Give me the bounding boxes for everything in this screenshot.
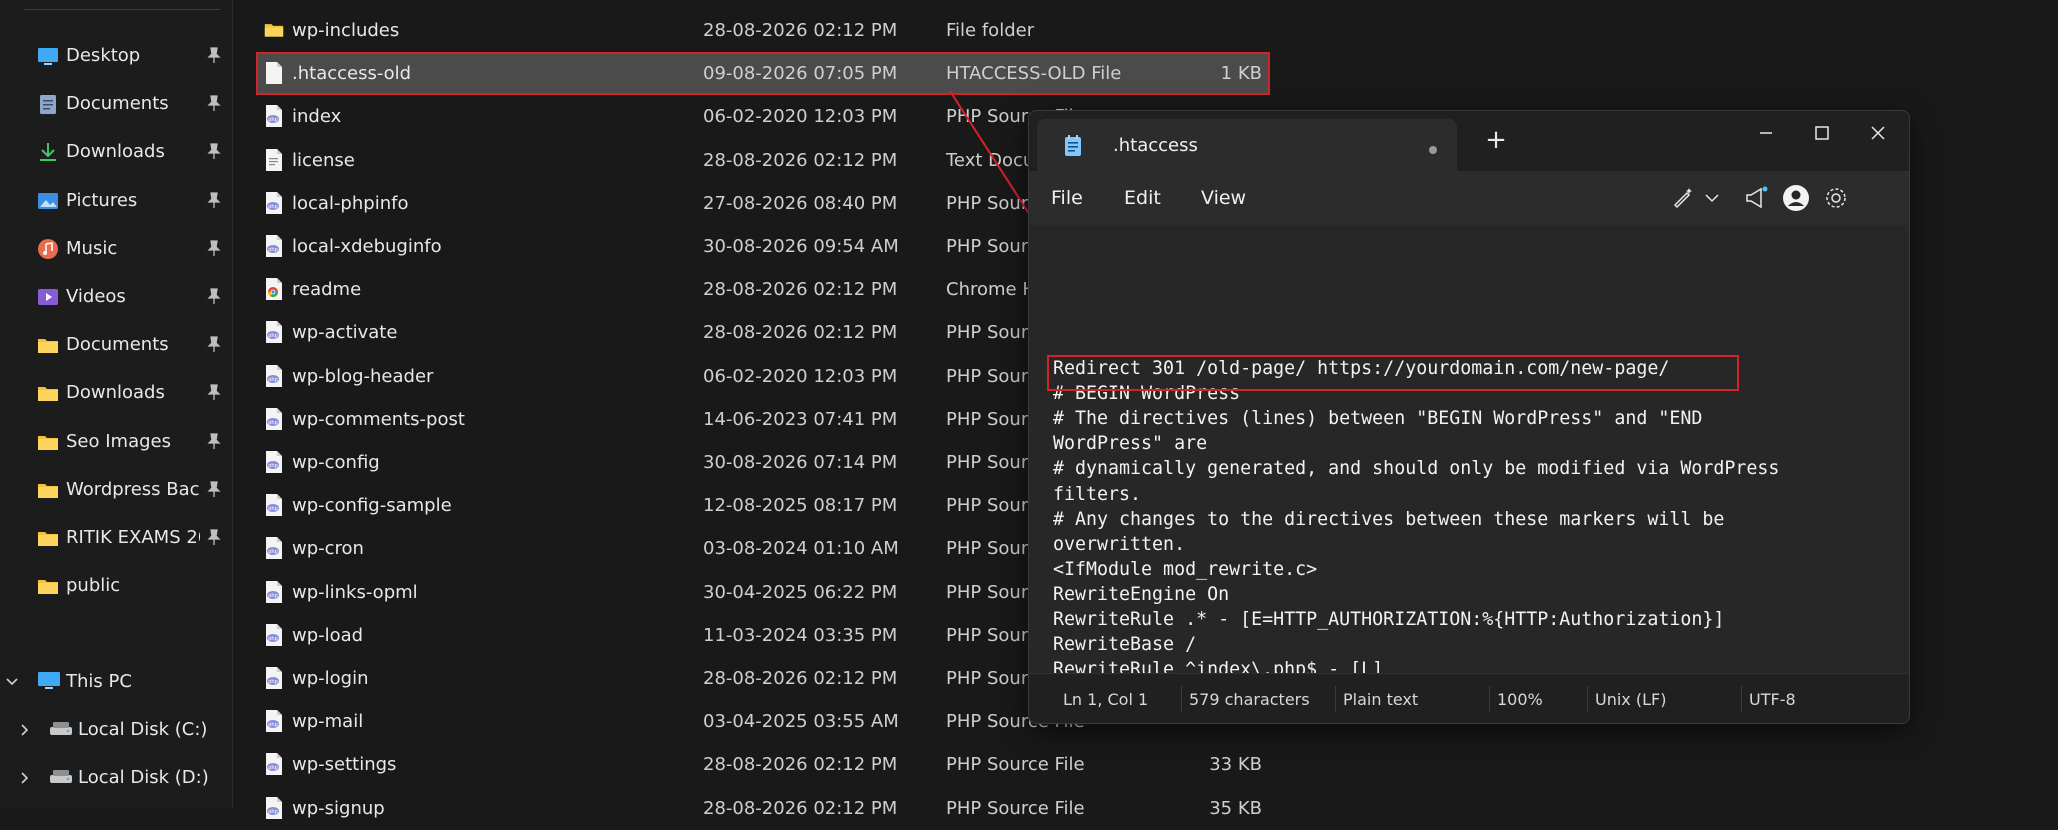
status-characters: 579 characters [1189, 690, 1310, 709]
status-zoom[interactable]: 100% [1497, 690, 1543, 709]
menu-view[interactable]: View [1201, 187, 1246, 209]
chevron-down-icon[interactable] [1697, 183, 1727, 213]
minimize-button[interactable] [1741, 117, 1791, 149]
code-line: # Any changes to the directives between … [1053, 508, 1725, 530]
status-line-ending[interactable]: Unix (LF) [1595, 690, 1666, 709]
status-encoding[interactable]: UTF-8 [1749, 690, 1796, 709]
status-bar: Ln 1, Col 1 579 characters Plain text 10… [1029, 673, 1909, 723]
status-format[interactable]: Plain text [1343, 690, 1418, 709]
code-line: <IfModule mod_rewrite.c> [1053, 558, 1318, 580]
code-line: WordPress" are [1053, 433, 1208, 455]
maximize-icon [1815, 126, 1829, 140]
code-line: # dynamically generated, and should only… [1053, 458, 1780, 480]
code-line: RewriteRule .* - [E=HTTP_AUTHORIZATION:%… [1053, 609, 1725, 630]
settings-gear-icon[interactable] [1821, 183, 1851, 213]
announcement-icon[interactable] [1741, 183, 1771, 213]
minimize-icon [1760, 132, 1772, 134]
tab-htaccess[interactable]: .htaccess [1037, 119, 1457, 171]
code-line: # The directives (lines) between "BEGIN … [1053, 408, 1703, 430]
text-editor[interactable]: Redirect 301 /old-page/ https://yourdoma… [1029, 225, 1909, 723]
tab-title: .htaccess [1113, 135, 1198, 156]
copilot-rewrite-icon[interactable] [1669, 183, 1699, 213]
new-tab-button[interactable]: + [1481, 125, 1511, 155]
menu-file[interactable]: File [1051, 187, 1083, 209]
highlight-box [1047, 355, 1739, 391]
account-avatar-icon[interactable] [1781, 183, 1811, 213]
code-line: RewriteBase / [1053, 634, 1197, 656]
status-divider [1741, 686, 1742, 712]
code-line: filters. [1053, 483, 1142, 505]
status-divider [1335, 686, 1336, 712]
status-divider [1489, 686, 1490, 712]
menu-edit[interactable]: Edit [1124, 187, 1161, 209]
notepad-icon [1065, 135, 1081, 156]
close-icon [1871, 126, 1885, 140]
status-divider [1181, 686, 1182, 712]
menu-bar: File Edit View [1029, 171, 1909, 225]
code-line: RewriteEngine On [1053, 583, 1230, 605]
title-bar[interactable]: .htaccess + [1029, 111, 1909, 171]
svg-text:php: php [268, 809, 278, 815]
code-line: overwritten. [1053, 533, 1186, 555]
notepad-window: .htaccess + File Edit View Redirect 301 … [1028, 110, 1910, 724]
close-button[interactable] [1853, 117, 1903, 149]
maximize-button[interactable] [1797, 117, 1847, 149]
status-divider [1587, 686, 1588, 712]
unsaved-dot-icon[interactable] [1429, 146, 1437, 154]
status-position[interactable]: Ln 1, Col 1 [1063, 690, 1148, 709]
